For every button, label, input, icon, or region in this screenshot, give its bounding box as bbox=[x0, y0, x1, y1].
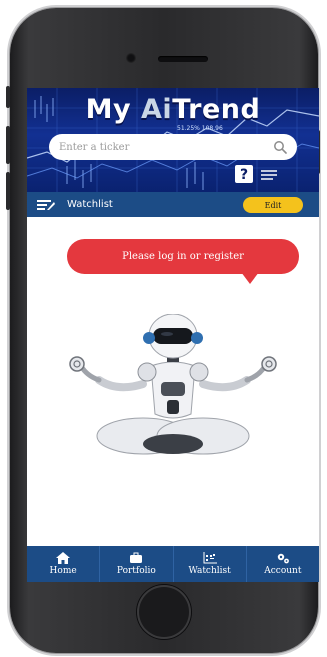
volume-down-button bbox=[6, 172, 10, 210]
help-icon[interactable]: ? bbox=[234, 164, 254, 184]
nav-watchlist[interactable]: Watchlist bbox=[174, 546, 247, 582]
search-icon[interactable] bbox=[273, 140, 287, 154]
logo-my: My bbox=[85, 94, 132, 125]
nav-home[interactable]: Home bbox=[27, 546, 101, 582]
app-screen: 51.25% 108.96 My AiTrend ? bbox=[27, 88, 319, 582]
briefcase-icon bbox=[130, 552, 143, 563]
logo-trend: Trend bbox=[172, 94, 261, 125]
header-banner: 51.25% 108.96 My AiTrend ? bbox=[27, 88, 319, 192]
ticker-search-input[interactable] bbox=[59, 141, 273, 153]
nav-account-label: Account bbox=[264, 566, 302, 576]
ticker-search-bar[interactable] bbox=[49, 134, 297, 160]
logo-ai: Ai bbox=[141, 94, 173, 125]
home-icon bbox=[56, 552, 71, 564]
chart-icon bbox=[203, 552, 217, 564]
watchlist-header-bar: Watchlist Edit bbox=[27, 192, 319, 217]
login-message-bubble[interactable]: Please log in or register bbox=[67, 239, 299, 274]
home-hardware-button[interactable] bbox=[137, 585, 191, 639]
gears-icon bbox=[277, 553, 289, 564]
nav-portfolio-label: Portfolio bbox=[116, 566, 156, 576]
nav-portfolio[interactable]: Portfolio bbox=[100, 546, 174, 582]
front-camera bbox=[126, 53, 136, 63]
bottom-navigation: Home Portfolio Watchlist Account bbox=[27, 546, 319, 582]
nav-home-label: Home bbox=[49, 566, 77, 576]
nav-watchlist-label: Watchlist bbox=[188, 566, 231, 576]
bubble-tail bbox=[241, 272, 259, 284]
app-logo: My AiTrend bbox=[27, 94, 319, 125]
banner-ticker-text: 51.25% 108.96 bbox=[177, 125, 223, 132]
mute-switch bbox=[6, 86, 10, 108]
nav-account[interactable]: Account bbox=[247, 546, 319, 582]
volume-up-button bbox=[6, 126, 10, 164]
watchlist-menu-icon bbox=[37, 199, 55, 210]
watchlist-title: Watchlist bbox=[67, 199, 113, 210]
svg-text:?: ? bbox=[240, 167, 248, 183]
login-message-text: Please log in or register bbox=[122, 251, 244, 262]
edit-button[interactable]: Edit bbox=[243, 197, 303, 213]
list-icon[interactable] bbox=[259, 168, 279, 182]
robot-meditating-illustration bbox=[69, 314, 277, 455]
earpiece-speaker bbox=[158, 56, 208, 62]
